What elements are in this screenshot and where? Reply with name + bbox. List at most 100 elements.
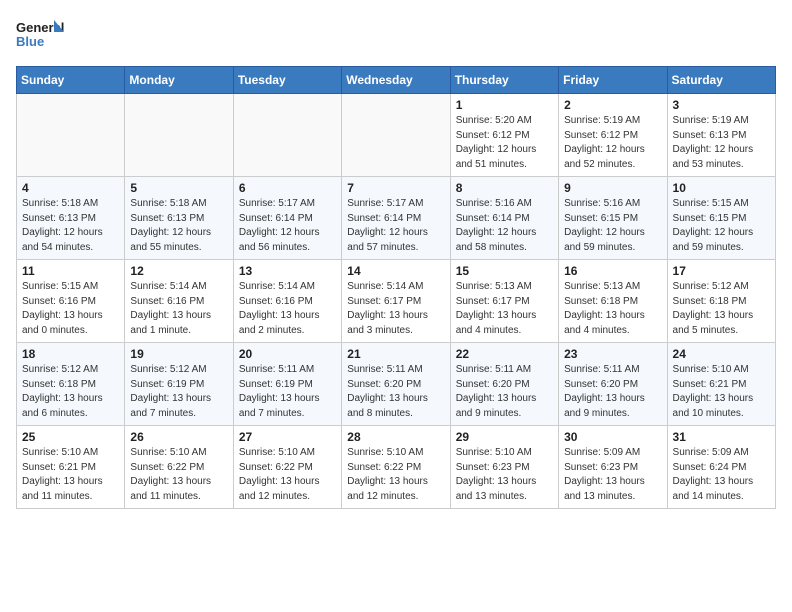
- day-number: 13: [239, 264, 336, 278]
- calendar-table: SundayMondayTuesdayWednesdayThursdayFrid…: [16, 66, 776, 509]
- day-info: Sunrise: 5:09 AM Sunset: 6:24 PM Dayligh…: [673, 446, 770, 504]
- day-info: Sunrise: 5:12 AM Sunset: 6:18 PM Dayligh…: [673, 280, 770, 338]
- day-info: Sunrise: 5:15 AM Sunset: 6:15 PM Dayligh…: [673, 197, 770, 255]
- day-info: Sunrise: 5:18 AM Sunset: 6:13 PM Dayligh…: [22, 197, 119, 255]
- day-info: Sunrise: 5:19 AM Sunset: 6:12 PM Dayligh…: [564, 114, 661, 172]
- day-info: Sunrise: 5:14 AM Sunset: 6:16 PM Dayligh…: [239, 280, 336, 338]
- day-info: Sunrise: 5:19 AM Sunset: 6:13 PM Dayligh…: [673, 114, 770, 172]
- calendar-week-row: 18 Sunrise: 5:12 AM Sunset: 6:18 PM Dayli…: [17, 343, 776, 426]
- day-number: 7: [347, 181, 444, 195]
- day-info: Sunrise: 5:13 AM Sunset: 6:18 PM Dayligh…: [564, 280, 661, 338]
- day-number: 1: [456, 98, 553, 112]
- page-header: GeneralBlue: [16, 16, 776, 54]
- weekday-header: Wednesday: [342, 67, 450, 94]
- day-number: 21: [347, 347, 444, 361]
- calendar-cell: 22 Sunrise: 5:11 AM Sunset: 6:20 PM Dayli…: [450, 343, 558, 426]
- day-number: 27: [239, 430, 336, 444]
- svg-text:Blue: Blue: [16, 34, 44, 49]
- calendar-cell: 12 Sunrise: 5:14 AM Sunset: 6:16 PM Dayli…: [125, 260, 233, 343]
- calendar-cell: 29 Sunrise: 5:10 AM Sunset: 6:23 PM Dayli…: [450, 426, 558, 509]
- day-info: Sunrise: 5:11 AM Sunset: 6:20 PM Dayligh…: [564, 363, 661, 421]
- day-number: 11: [22, 264, 119, 278]
- day-number: 25: [22, 430, 119, 444]
- day-number: 17: [673, 264, 770, 278]
- day-number: 26: [130, 430, 227, 444]
- day-info: Sunrise: 5:14 AM Sunset: 6:17 PM Dayligh…: [347, 280, 444, 338]
- calendar-cell: 5 Sunrise: 5:18 AM Sunset: 6:13 PM Daylig…: [125, 177, 233, 260]
- day-number: 22: [456, 347, 553, 361]
- day-info: Sunrise: 5:17 AM Sunset: 6:14 PM Dayligh…: [347, 197, 444, 255]
- day-info: Sunrise: 5:13 AM Sunset: 6:17 PM Dayligh…: [456, 280, 553, 338]
- day-info: Sunrise: 5:20 AM Sunset: 6:12 PM Dayligh…: [456, 114, 553, 172]
- day-info: Sunrise: 5:17 AM Sunset: 6:14 PM Dayligh…: [239, 197, 336, 255]
- day-number: 6: [239, 181, 336, 195]
- calendar-cell: 18 Sunrise: 5:12 AM Sunset: 6:18 PM Dayli…: [17, 343, 125, 426]
- calendar-cell: 16Sunrise: 5:13 AM Sunset: 6:18 PM Dayli…: [559, 260, 667, 343]
- logo: GeneralBlue: [16, 16, 66, 54]
- day-number: 3: [673, 98, 770, 112]
- day-info: Sunrise: 5:10 AM Sunset: 6:22 PM Dayligh…: [239, 446, 336, 504]
- day-number: 5: [130, 181, 227, 195]
- day-info: Sunrise: 5:16 AM Sunset: 6:15 PM Dayligh…: [564, 197, 661, 255]
- day-info: Sunrise: 5:10 AM Sunset: 6:21 PM Dayligh…: [22, 446, 119, 504]
- calendar-cell: 4 Sunrise: 5:18 AM Sunset: 6:13 PM Daylig…: [17, 177, 125, 260]
- calendar-cell: 6 Sunrise: 5:17 AM Sunset: 6:14 PM Daylig…: [233, 177, 341, 260]
- calendar-cell: 9 Sunrise: 5:16 AM Sunset: 6:15 PM Daylig…: [559, 177, 667, 260]
- calendar-cell: 8Sunrise: 5:16 AM Sunset: 6:14 PM Daylig…: [450, 177, 558, 260]
- calendar-week-row: 1 Sunrise: 5:20 AM Sunset: 6:12 PM Daylig…: [17, 94, 776, 177]
- day-info: Sunrise: 5:15 AM Sunset: 6:16 PM Dayligh…: [22, 280, 119, 338]
- day-info: Sunrise: 5:11 AM Sunset: 6:19 PM Dayligh…: [239, 363, 336, 421]
- day-info: Sunrise: 5:11 AM Sunset: 6:20 PM Dayligh…: [347, 363, 444, 421]
- calendar-cell: 7 Sunrise: 5:17 AM Sunset: 6:14 PM Daylig…: [342, 177, 450, 260]
- day-info: Sunrise: 5:12 AM Sunset: 6:19 PM Dayligh…: [130, 363, 227, 421]
- weekday-header: Tuesday: [233, 67, 341, 94]
- day-number: 18: [22, 347, 119, 361]
- calendar-cell: 11 Sunrise: 5:15 AM Sunset: 6:16 PM Dayli…: [17, 260, 125, 343]
- day-number: 23: [564, 347, 661, 361]
- calendar-cell: 25 Sunrise: 5:10 AM Sunset: 6:21 PM Dayli…: [17, 426, 125, 509]
- day-info: Sunrise: 5:11 AM Sunset: 6:20 PM Dayligh…: [456, 363, 553, 421]
- weekday-header: Sunday: [17, 67, 125, 94]
- day-info: Sunrise: 5:09 AM Sunset: 6:23 PM Dayligh…: [564, 446, 661, 504]
- day-info: Sunrise: 5:18 AM Sunset: 6:13 PM Dayligh…: [130, 197, 227, 255]
- weekday-header: Friday: [559, 67, 667, 94]
- calendar-header-row: SundayMondayTuesdayWednesdayThursdayFrid…: [17, 67, 776, 94]
- weekday-header: Monday: [125, 67, 233, 94]
- calendar-cell: 23 Sunrise: 5:11 AM Sunset: 6:20 PM Dayli…: [559, 343, 667, 426]
- day-number: 19: [130, 347, 227, 361]
- calendar-cell: 20Sunrise: 5:11 AM Sunset: 6:19 PM Dayli…: [233, 343, 341, 426]
- day-info: Sunrise: 5:10 AM Sunset: 6:23 PM Dayligh…: [456, 446, 553, 504]
- weekday-header: Thursday: [450, 67, 558, 94]
- weekday-header: Saturday: [667, 67, 775, 94]
- calendar-cell: [17, 94, 125, 177]
- calendar-cell: [233, 94, 341, 177]
- calendar-cell: 2 Sunrise: 5:19 AM Sunset: 6:12 PM Daylig…: [559, 94, 667, 177]
- day-number: 30: [564, 430, 661, 444]
- day-number: 8: [456, 181, 553, 195]
- day-info: Sunrise: 5:14 AM Sunset: 6:16 PM Dayligh…: [130, 280, 227, 338]
- day-number: 4: [22, 181, 119, 195]
- calendar-cell: 27 Sunrise: 5:10 AM Sunset: 6:22 PM Dayli…: [233, 426, 341, 509]
- calendar-cell: 1 Sunrise: 5:20 AM Sunset: 6:12 PM Daylig…: [450, 94, 558, 177]
- day-number: 2: [564, 98, 661, 112]
- calendar-week-row: 25 Sunrise: 5:10 AM Sunset: 6:21 PM Dayli…: [17, 426, 776, 509]
- calendar-cell: 10Sunrise: 5:15 AM Sunset: 6:15 PM Dayli…: [667, 177, 775, 260]
- logo-icon: GeneralBlue: [16, 16, 66, 54]
- day-info: Sunrise: 5:10 AM Sunset: 6:22 PM Dayligh…: [347, 446, 444, 504]
- calendar-cell: 19 Sunrise: 5:12 AM Sunset: 6:19 PM Dayli…: [125, 343, 233, 426]
- calendar-cell: 24Sunrise: 5:10 AM Sunset: 6:21 PM Dayli…: [667, 343, 775, 426]
- day-number: 9: [564, 181, 661, 195]
- day-number: 14: [347, 264, 444, 278]
- day-number: 24: [673, 347, 770, 361]
- calendar-cell: 31 Sunrise: 5:09 AM Sunset: 6:24 PM Dayli…: [667, 426, 775, 509]
- calendar-cell: 30 Sunrise: 5:09 AM Sunset: 6:23 PM Dayli…: [559, 426, 667, 509]
- calendar-week-row: 4 Sunrise: 5:18 AM Sunset: 6:13 PM Daylig…: [17, 177, 776, 260]
- day-number: 12: [130, 264, 227, 278]
- calendar-cell: 26Sunrise: 5:10 AM Sunset: 6:22 PM Dayli…: [125, 426, 233, 509]
- calendar-cell: 3 Sunrise: 5:19 AM Sunset: 6:13 PM Daylig…: [667, 94, 775, 177]
- day-number: 31: [673, 430, 770, 444]
- day-number: 15: [456, 264, 553, 278]
- calendar-cell: [342, 94, 450, 177]
- day-number: 29: [456, 430, 553, 444]
- day-info: Sunrise: 5:12 AM Sunset: 6:18 PM Dayligh…: [22, 363, 119, 421]
